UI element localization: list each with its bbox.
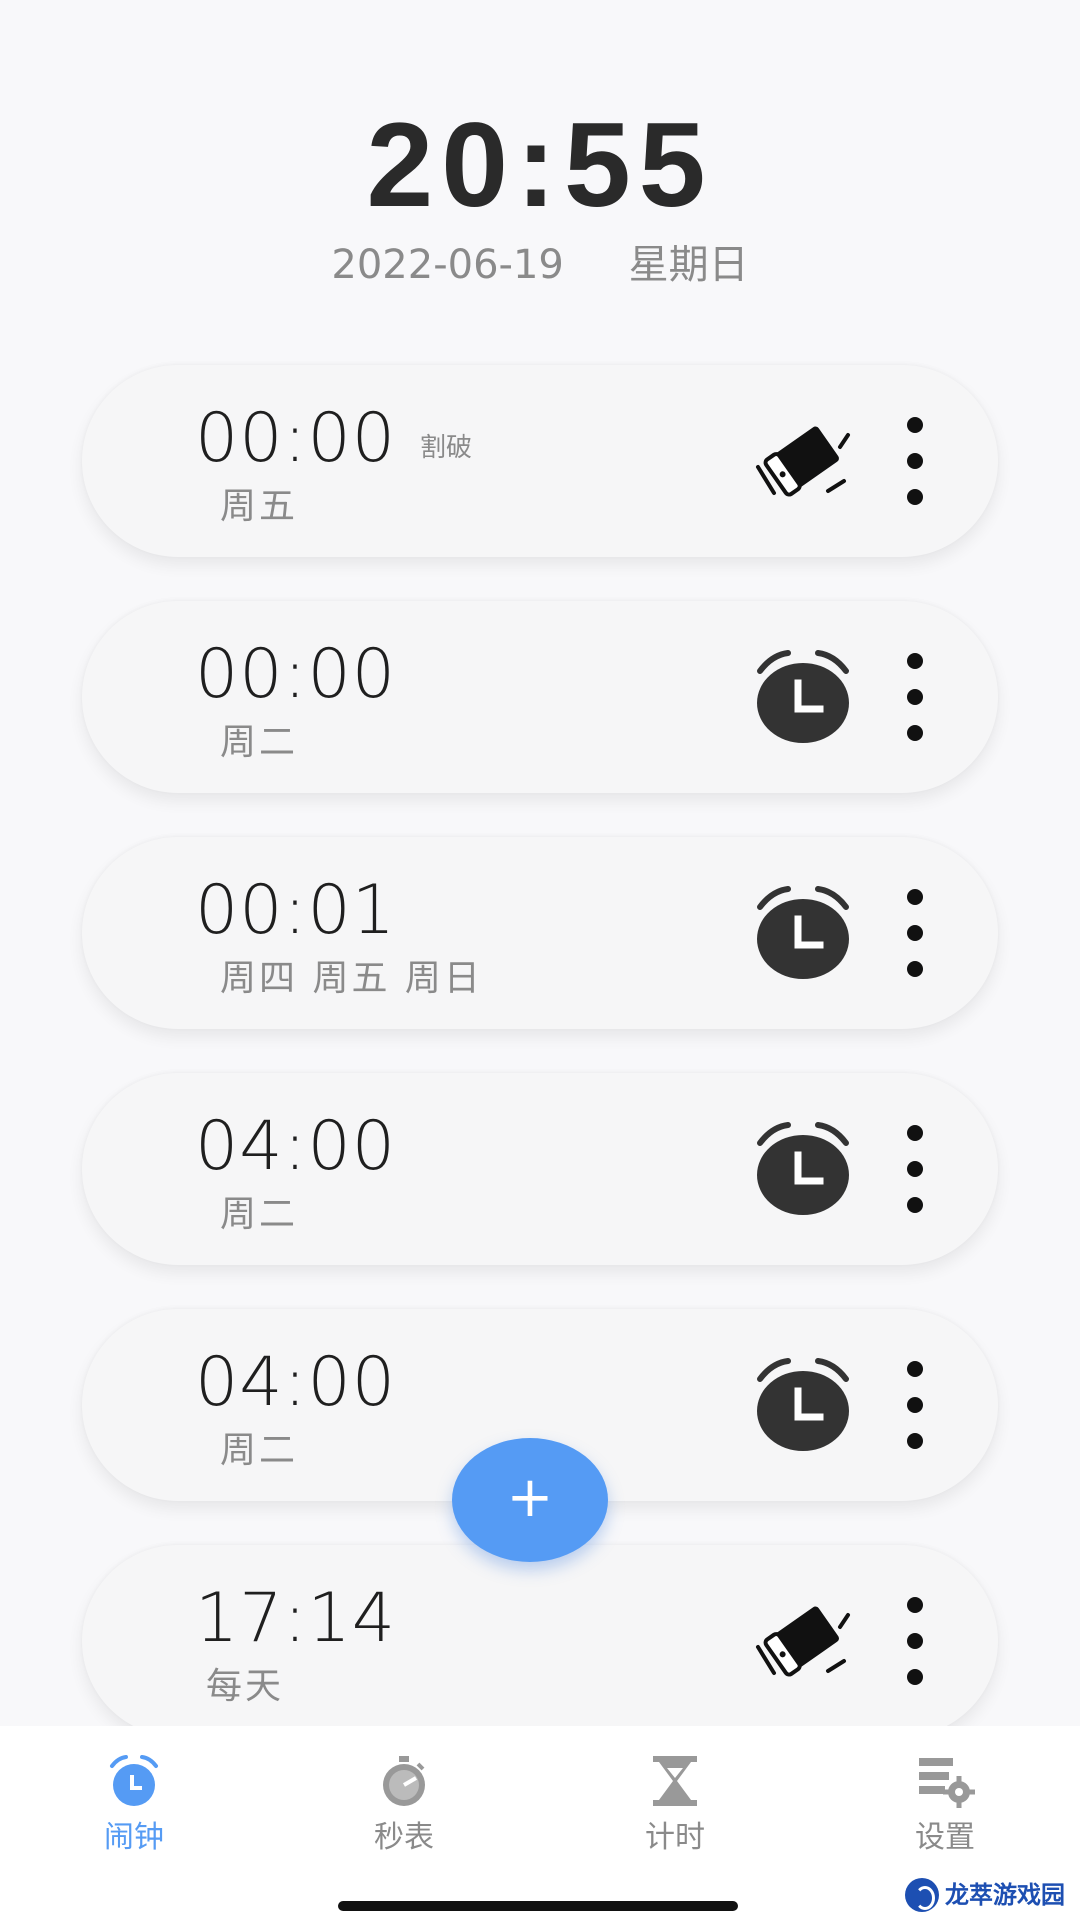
settings-icon [919,1758,975,1808]
alarm-card[interactable]: 17:14 每天 [82,1545,998,1737]
shake-phone-icon [748,411,858,511]
hourglass-icon [653,1756,697,1806]
current-date-row: 2022-06-19 星期日 [0,240,1080,290]
tab-stopwatch[interactable]: 秒表 [334,1754,474,1856]
tab-label: 秒表 [374,1820,434,1855]
current-time: 20:55 [366,98,714,232]
alarm-time: 04:00 [195,1107,396,1186]
home-indicator [338,1901,738,1911]
alarm-clock-icon [748,647,858,747]
more-options-icon[interactable] [904,417,926,505]
more-options-icon[interactable] [904,653,926,741]
alarm-card[interactable]: 00:01 周四 周五 周日 [82,837,998,1029]
add-alarm-button[interactable]: + [452,1438,608,1562]
alarm-tag: 割破 [420,433,473,463]
more-options-icon[interactable] [904,1361,926,1449]
more-options-icon[interactable] [904,1125,926,1213]
alarm-days: 周二 [220,1194,299,1235]
alarm-clock-icon [110,1755,158,1806]
alarm-card[interactable]: 00:00 周二 [82,601,998,793]
more-options-icon[interactable] [904,1597,926,1685]
alarm-clock-icon [748,1119,858,1219]
alarm-card[interactable]: 04:00 周二 [82,1073,998,1265]
alarm-days: 周五 [220,486,299,527]
alarm-time: 00:00 [195,635,396,714]
tab-label: 计时 [645,1820,705,1855]
tab-timer[interactable]: 计时 [605,1754,745,1856]
alarm-time: 04:00 [195,1343,396,1422]
alarm-clock-icon [748,883,858,983]
tab-label: 闹钟 [104,1820,164,1855]
watermark: 龙萃游戏园 [905,1876,1070,1914]
alarm-clock-icon [748,1355,858,1455]
watermark-logo-icon [905,1878,939,1912]
alarm-card[interactable]: 00:00 割破 周五 [82,365,998,557]
alarm-days: 周二 [220,722,299,763]
stopwatch-icon [383,1756,425,1806]
current-weekday: 星期日 [628,242,749,288]
tab-settings[interactable]: 设置 [875,1754,1015,1856]
alarm-time: 17:14 [195,1579,396,1658]
alarm-days: 周二 [220,1430,299,1471]
tab-label: 设置 [915,1820,975,1855]
tab-alarm[interactable]: 闹钟 [64,1754,204,1856]
shake-phone-icon [748,1591,858,1691]
alarm-days: 每天 [206,1666,285,1707]
watermark-text: 龙萃游戏园 [945,1881,1065,1909]
alarm-days: 周四 周五 周日 [220,958,483,999]
current-date: 2022-06-19 [331,242,564,288]
more-options-icon[interactable] [904,889,926,977]
alarm-time: 00:01 [195,871,396,950]
alarm-time: 00:00 [195,399,396,478]
